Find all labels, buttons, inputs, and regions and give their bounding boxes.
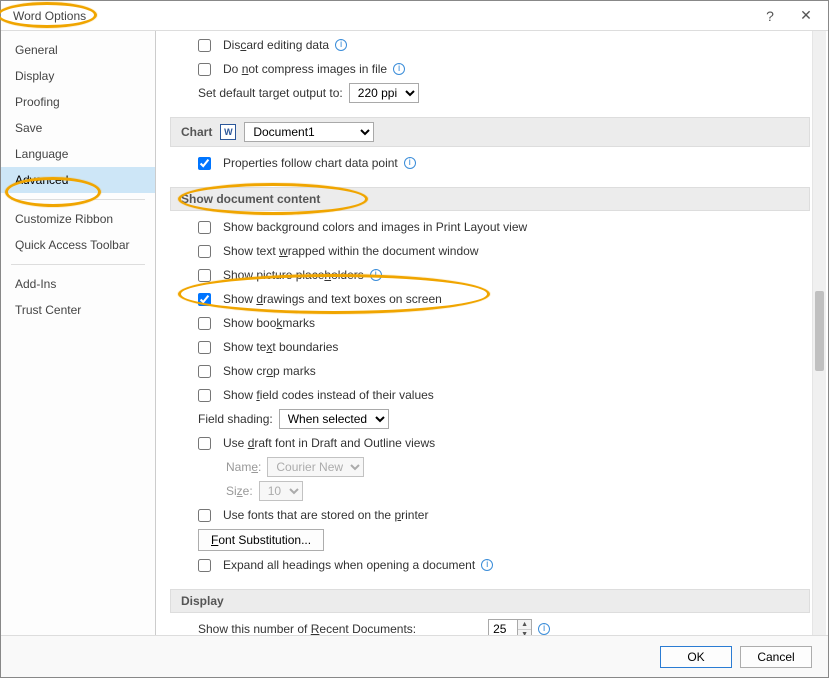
field-shading-select[interactable]: When selected: [279, 409, 389, 429]
help-icon[interactable]: ?: [760, 8, 780, 24]
dont-compress-label: Do not compress images in file: [223, 62, 387, 76]
show-placeholders-checkbox[interactable]: [198, 269, 211, 282]
show-crop-checkbox[interactable]: [198, 365, 211, 378]
dialog-footer: OK Cancel: [1, 635, 828, 677]
printer-fonts-checkbox[interactable]: [198, 509, 211, 522]
sidebar: General Display Proofing Save Language A…: [1, 31, 156, 635]
spinner-up-icon[interactable]: ▲: [518, 620, 531, 629]
word-options-dialog: Word Options ? ✕ General Display Proofin…: [0, 0, 829, 678]
recent-docs-label: Show this number of Recent Documents:: [198, 622, 416, 635]
props-follow-chart-label: Properties follow chart data point: [223, 156, 398, 170]
show-placeholders-label: Show picture placeholders: [223, 268, 364, 282]
recent-docs-input[interactable]: [489, 620, 517, 635]
sidebar-item-display[interactable]: Display: [1, 63, 155, 89]
titlebar: Word Options ? ✕: [1, 1, 828, 31]
chart-section-header: Chart W Document1: [170, 117, 810, 147]
sidebar-item-addins[interactable]: Add-Ins: [1, 271, 155, 297]
info-icon[interactable]: i: [538, 623, 550, 635]
info-icon[interactable]: i: [393, 63, 405, 75]
info-icon[interactable]: i: [481, 559, 493, 571]
show-bookmarks-checkbox[interactable]: [198, 317, 211, 330]
font-substitution-button[interactable]: Font Substitution...: [198, 529, 324, 551]
show-document-content-header: Show document content: [170, 187, 810, 211]
dont-compress-checkbox[interactable]: [198, 63, 211, 76]
field-shading-label: Field shading:: [198, 412, 273, 426]
sidebar-item-language[interactable]: Language: [1, 141, 155, 167]
sidebar-separator: [11, 199, 145, 200]
expand-headings-label: Expand all headings when opening a docum…: [223, 558, 475, 572]
sidebar-item-trust-center[interactable]: Trust Center: [1, 297, 155, 323]
show-fieldcodes-checkbox[interactable]: [198, 389, 211, 402]
props-follow-chart-checkbox[interactable]: [198, 157, 211, 170]
info-icon[interactable]: i: [404, 157, 416, 169]
show-fieldcodes-label: Show field codes instead of their values: [223, 388, 434, 402]
show-document-content-title: Show document content: [181, 192, 320, 206]
sidebar-item-general[interactable]: General: [1, 37, 155, 63]
ok-button[interactable]: OK: [660, 646, 732, 668]
sidebar-item-proofing[interactable]: Proofing: [1, 89, 155, 115]
show-bg-checkbox[interactable]: [198, 221, 211, 234]
show-bg-label: Show background colors and images in Pri…: [223, 220, 527, 234]
show-boundaries-checkbox[interactable]: [198, 341, 211, 354]
display-section-title: Display: [181, 594, 224, 608]
close-icon[interactable]: ✕: [796, 7, 816, 24]
printer-fonts-label: Use fonts that are stored on the printer: [223, 508, 428, 522]
sidebar-item-save[interactable]: Save: [1, 115, 155, 141]
show-crop-label: Show crop marks: [223, 364, 316, 378]
vertical-scrollbar[interactable]: [812, 31, 826, 635]
chart-section-title: Chart: [181, 125, 212, 139]
sidebar-item-advanced[interactable]: Advanced: [1, 167, 155, 193]
show-bookmarks-label: Show bookmarks: [223, 316, 315, 330]
show-drawings-checkbox[interactable]: [198, 293, 211, 306]
target-output-label: Set default target output to:: [198, 86, 343, 100]
display-section-header: Display: [170, 589, 810, 613]
sidebar-separator-2: [11, 264, 145, 265]
show-drawings-label: Show drawings and text boxes on screen: [223, 292, 442, 306]
draft-font-label: Use draft font in Draft and Outline view…: [223, 436, 435, 450]
word-doc-icon: W: [220, 124, 236, 140]
draft-name-select: Courier New: [267, 457, 364, 477]
draft-font-checkbox[interactable]: [198, 437, 211, 450]
scrollbar-thumb[interactable]: [815, 291, 824, 371]
draft-name-label: Name:: [226, 460, 261, 474]
discard-editing-checkbox[interactable]: [198, 39, 211, 52]
cancel-button[interactable]: Cancel: [740, 646, 812, 668]
draft-size-select: 10: [259, 481, 303, 501]
sidebar-item-customize-ribbon[interactable]: Customize Ribbon: [1, 206, 155, 232]
show-boundaries-label: Show text boundaries: [223, 340, 338, 354]
expand-headings-checkbox[interactable]: [198, 559, 211, 572]
info-icon[interactable]: i: [370, 269, 382, 281]
chart-document-select[interactable]: Document1: [244, 122, 374, 142]
draft-size-label: Size:: [226, 484, 253, 498]
recent-docs-spinner[interactable]: ▲▼: [488, 619, 532, 635]
info-icon[interactable]: i: [335, 39, 347, 51]
sidebar-item-qat[interactable]: Quick Access Toolbar: [1, 232, 155, 258]
content-pane: Discard editing data i Do not compress i…: [170, 31, 810, 635]
show-wrap-checkbox[interactable]: [198, 245, 211, 258]
dialog-title: Word Options: [7, 7, 92, 25]
spinner-down-icon[interactable]: ▼: [518, 629, 531, 635]
target-output-select[interactable]: 220 ppi: [349, 83, 419, 103]
show-wrap-label: Show text wrapped within the document wi…: [223, 244, 478, 258]
discard-editing-label: Discard editing data: [223, 38, 329, 52]
